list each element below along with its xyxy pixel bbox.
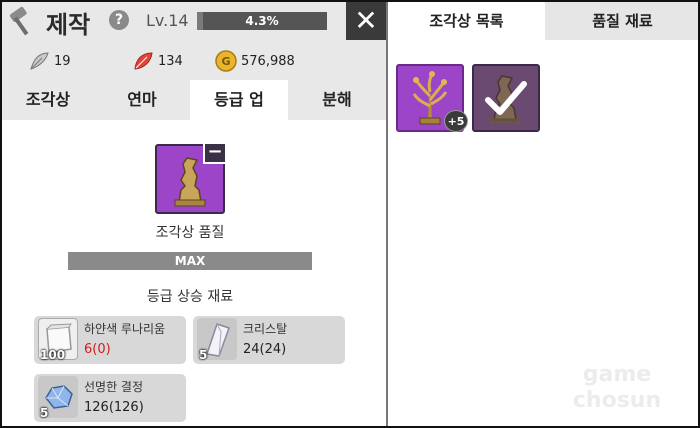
statue-quality-label: 조각상 품질 (155, 225, 225, 241)
leaf-count: 134 (158, 53, 183, 69)
statue-list-item-selected[interactable] (472, 64, 540, 132)
material-name: 하얀색 루나리움 (84, 322, 166, 336)
material-amount: 126(126) (84, 400, 144, 415)
leaf-icon (134, 52, 153, 70)
crafting-panel: 제작 ? Lv.14 4.3% ✕ 19 134 G 576,988 조각상 연… (2, 2, 386, 426)
enhance-level-badge: +5 (444, 110, 468, 132)
resource-gold: G 576,988 (215, 50, 295, 72)
material-amount: 24(24) (243, 342, 287, 357)
material-name: 크리스탈 (243, 322, 288, 336)
material-crystal[interactable]: 5 크리스탈 24(24) (193, 316, 345, 364)
help-button[interactable]: ? (109, 10, 129, 30)
app-frame: 제작 ? Lv.14 4.3% ✕ 19 134 G 576,988 조각상 연… (0, 0, 700, 428)
resource-feather: 19 (28, 50, 71, 72)
coin-letter: G (221, 55, 230, 68)
page-title: 제작 (46, 11, 91, 39)
watermark-line: game (582, 362, 652, 387)
material-white-lunarium[interactable]: 100 하얀색 루나리움 6(0) (34, 316, 186, 364)
close-button[interactable]: ✕ (346, 2, 386, 40)
watermark: game chosun (542, 362, 692, 414)
tab-disassemble[interactable]: 분해 (288, 80, 386, 120)
tab-statue[interactable]: 조각상 (2, 80, 94, 120)
remove-statue-button[interactable]: − (203, 142, 227, 164)
material-clear-crystal[interactable]: 5 선명한 결정 126(126) (34, 374, 186, 422)
exp-progress-bar: 4.3% (197, 12, 327, 30)
tab-grade-up[interactable]: 등급 업 (190, 80, 288, 120)
header-bar: 제작 ? Lv.14 4.3% ✕ (2, 2, 386, 40)
tab-quality-material[interactable]: 품질 재료 (545, 2, 698, 40)
material-count: 100 (40, 348, 66, 362)
feather-count: 19 (54, 53, 71, 69)
exp-percent-label: 4.3% (245, 14, 279, 28)
gold-count: 576,988 (241, 53, 295, 69)
watermark-line: chosun (572, 388, 662, 413)
quality-max-bar: MAX (68, 252, 312, 270)
resource-leaf: 134 (132, 50, 183, 72)
material-name: 선명한 결정 (84, 380, 144, 394)
material-count: 5 (199, 348, 208, 362)
material-amount: 6(0) (84, 342, 111, 357)
requirement-label: 등급 상승 재료 (146, 289, 234, 305)
grade-up-content: − 조각상 품질 MAX 등급 상승 재료 100 하얀색 루나리움 6(0) (2, 120, 386, 426)
resource-bar: 19 134 G 576,988 (2, 40, 386, 80)
gold-coin-icon: G (215, 50, 237, 72)
material-count: 5 (40, 406, 49, 420)
statue-selected-icon (485, 75, 527, 124)
tab-statue-list[interactable]: 조각상 목록 (388, 2, 545, 40)
level-label: Lv.14 (146, 11, 189, 30)
feather-icon (30, 52, 49, 70)
tab-polish[interactable]: 연마 (94, 80, 190, 120)
crafting-tabs: 조각상 연마 등급 업 분해 (2, 80, 386, 120)
hammer-icon (9, 6, 29, 36)
